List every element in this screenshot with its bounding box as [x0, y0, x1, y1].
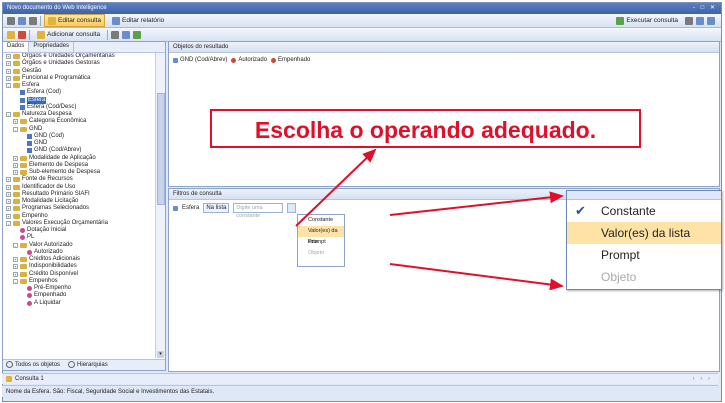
callout-arrows — [295, 148, 564, 291]
arrow-to-menu-top — [389, 191, 564, 216]
arrow-to-operand-button — [295, 148, 377, 227]
arrow-to-menu-bottom — [389, 263, 564, 291]
